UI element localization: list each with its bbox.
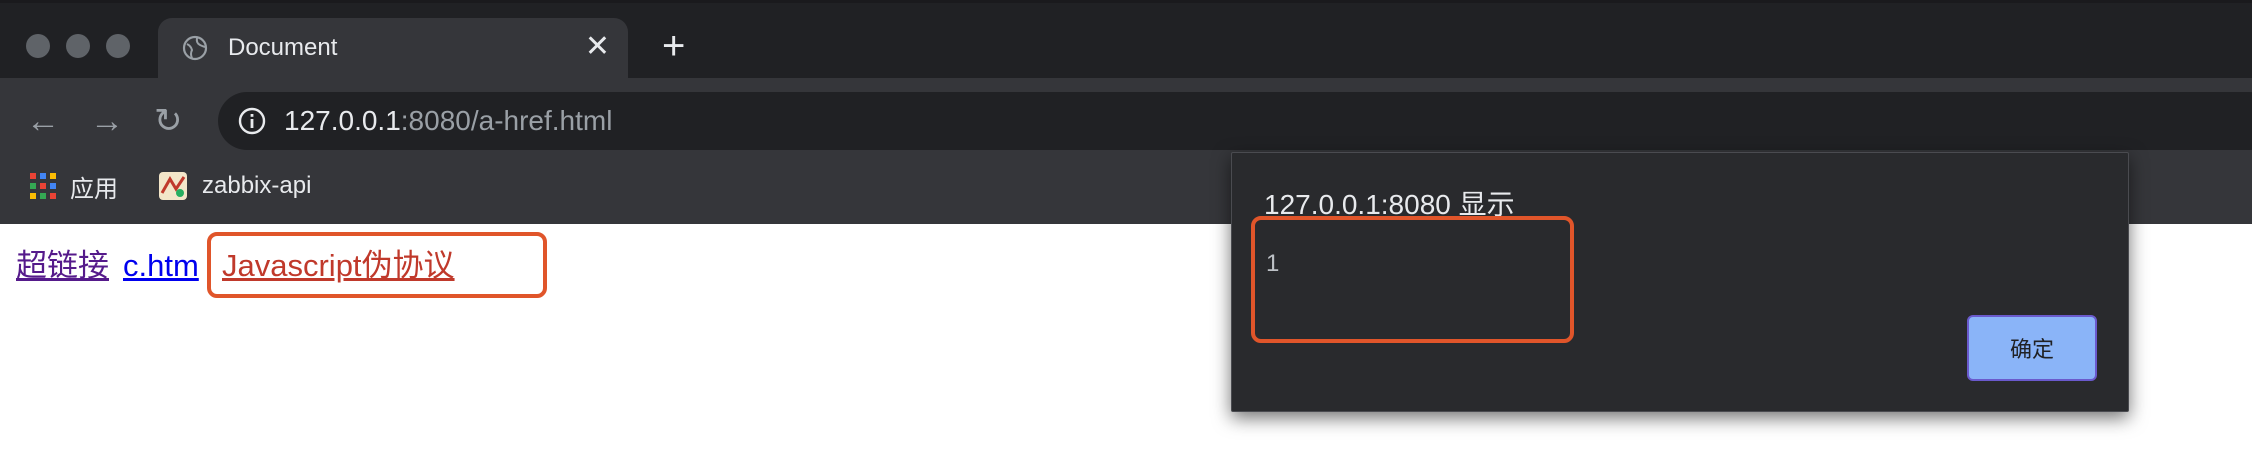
- bookmark-apps[interactable]: 应用: [30, 168, 118, 204]
- new-tab-button[interactable]: +: [662, 24, 685, 68]
- annotation-outline-message: [1251, 216, 1574, 343]
- url-text[interactable]: 127.0.0.1:8080/a-href.html: [284, 104, 612, 138]
- address-bar[interactable]: 127.0.0.1:8080/a-href.html: [218, 92, 2252, 150]
- tab-title: Document: [228, 34, 338, 61]
- window-close-button[interactable]: [26, 34, 50, 58]
- tab-strip-top-edge: [0, 0, 2252, 3]
- ok-button[interactable]: 确定: [1967, 315, 2097, 381]
- close-icon[interactable]: ✕: [585, 31, 610, 63]
- url-host: 127.0.0.1: [284, 105, 401, 136]
- window-minimize-button[interactable]: [66, 34, 90, 58]
- window-zoom-button[interactable]: [106, 34, 130, 58]
- tab-strip: Document ✕ +: [0, 0, 2252, 78]
- globe-icon: [182, 35, 208, 61]
- reload-icon[interactable]: ↻: [154, 101, 183, 141]
- link-hyperlink[interactable]: 超链接: [16, 246, 109, 286]
- bookmark-zabbix-api[interactable]: zabbix-api: [158, 168, 311, 204]
- apps-grid-icon: [30, 173, 56, 199]
- alert-dialog: 127.0.0.1:8080 显示 1 确定: [1231, 152, 2129, 412]
- zabbix-favicon-icon: [159, 172, 187, 200]
- bookmark-label: zabbix-api: [202, 172, 312, 199]
- url-path: :8080/a-href.html: [400, 105, 613, 136]
- link-c-htm[interactable]: c.htm: [123, 246, 199, 286]
- tab-document[interactable]: Document ✕: [158, 18, 628, 78]
- back-arrow-icon[interactable]: ←: [26, 101, 60, 141]
- forward-arrow-icon[interactable]: →: [90, 101, 124, 141]
- annotation-outline-link: [207, 232, 547, 298]
- bookmark-label: 应用: [70, 175, 118, 203]
- info-icon[interactable]: [238, 107, 266, 135]
